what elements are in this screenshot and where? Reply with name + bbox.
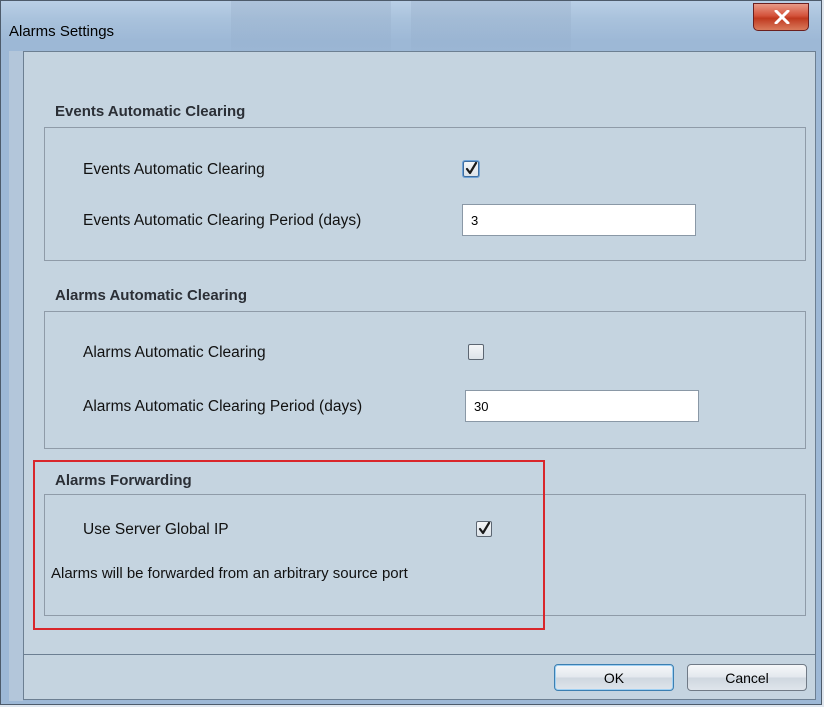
events-group (44, 127, 806, 261)
alarms-group (44, 311, 806, 449)
events-section-title: Events Automatic Clearing (55, 103, 246, 120)
alarms-section-title: Alarms Automatic Clearing (55, 287, 247, 304)
events-clearing-label: Events Automatic Clearing (83, 161, 265, 178)
background-artifact (231, 1, 391, 51)
cancel-button[interactable]: Cancel (687, 664, 807, 691)
alarms-period-label: Alarms Automatic Clearing Period (days) (83, 398, 363, 415)
window-frame-edge (9, 51, 23, 701)
checkmark-icon (465, 162, 478, 175)
alarms-clearing-checkbox[interactable] (468, 344, 484, 360)
events-period-input[interactable]: 3 (462, 204, 696, 236)
close-button[interactable] (753, 3, 809, 31)
highlight-annotation (33, 460, 545, 630)
alarms-period-input[interactable]: 30 (465, 390, 699, 422)
alarms-settings-dialog: Alarms Settings Events Automatic Clearin… (0, 0, 822, 705)
title-bar[interactable]: Alarms Settings (1, 1, 821, 53)
close-icon (774, 10, 790, 24)
ok-button[interactable]: OK (554, 664, 674, 691)
dialog-title: Alarms Settings (9, 23, 115, 40)
alarms-clearing-label: Alarms Automatic Clearing (83, 344, 266, 361)
background-artifact (411, 1, 571, 51)
events-period-label: Events Automatic Clearing Period (days) (83, 212, 362, 229)
events-clearing-checkbox[interactable] (463, 161, 479, 177)
